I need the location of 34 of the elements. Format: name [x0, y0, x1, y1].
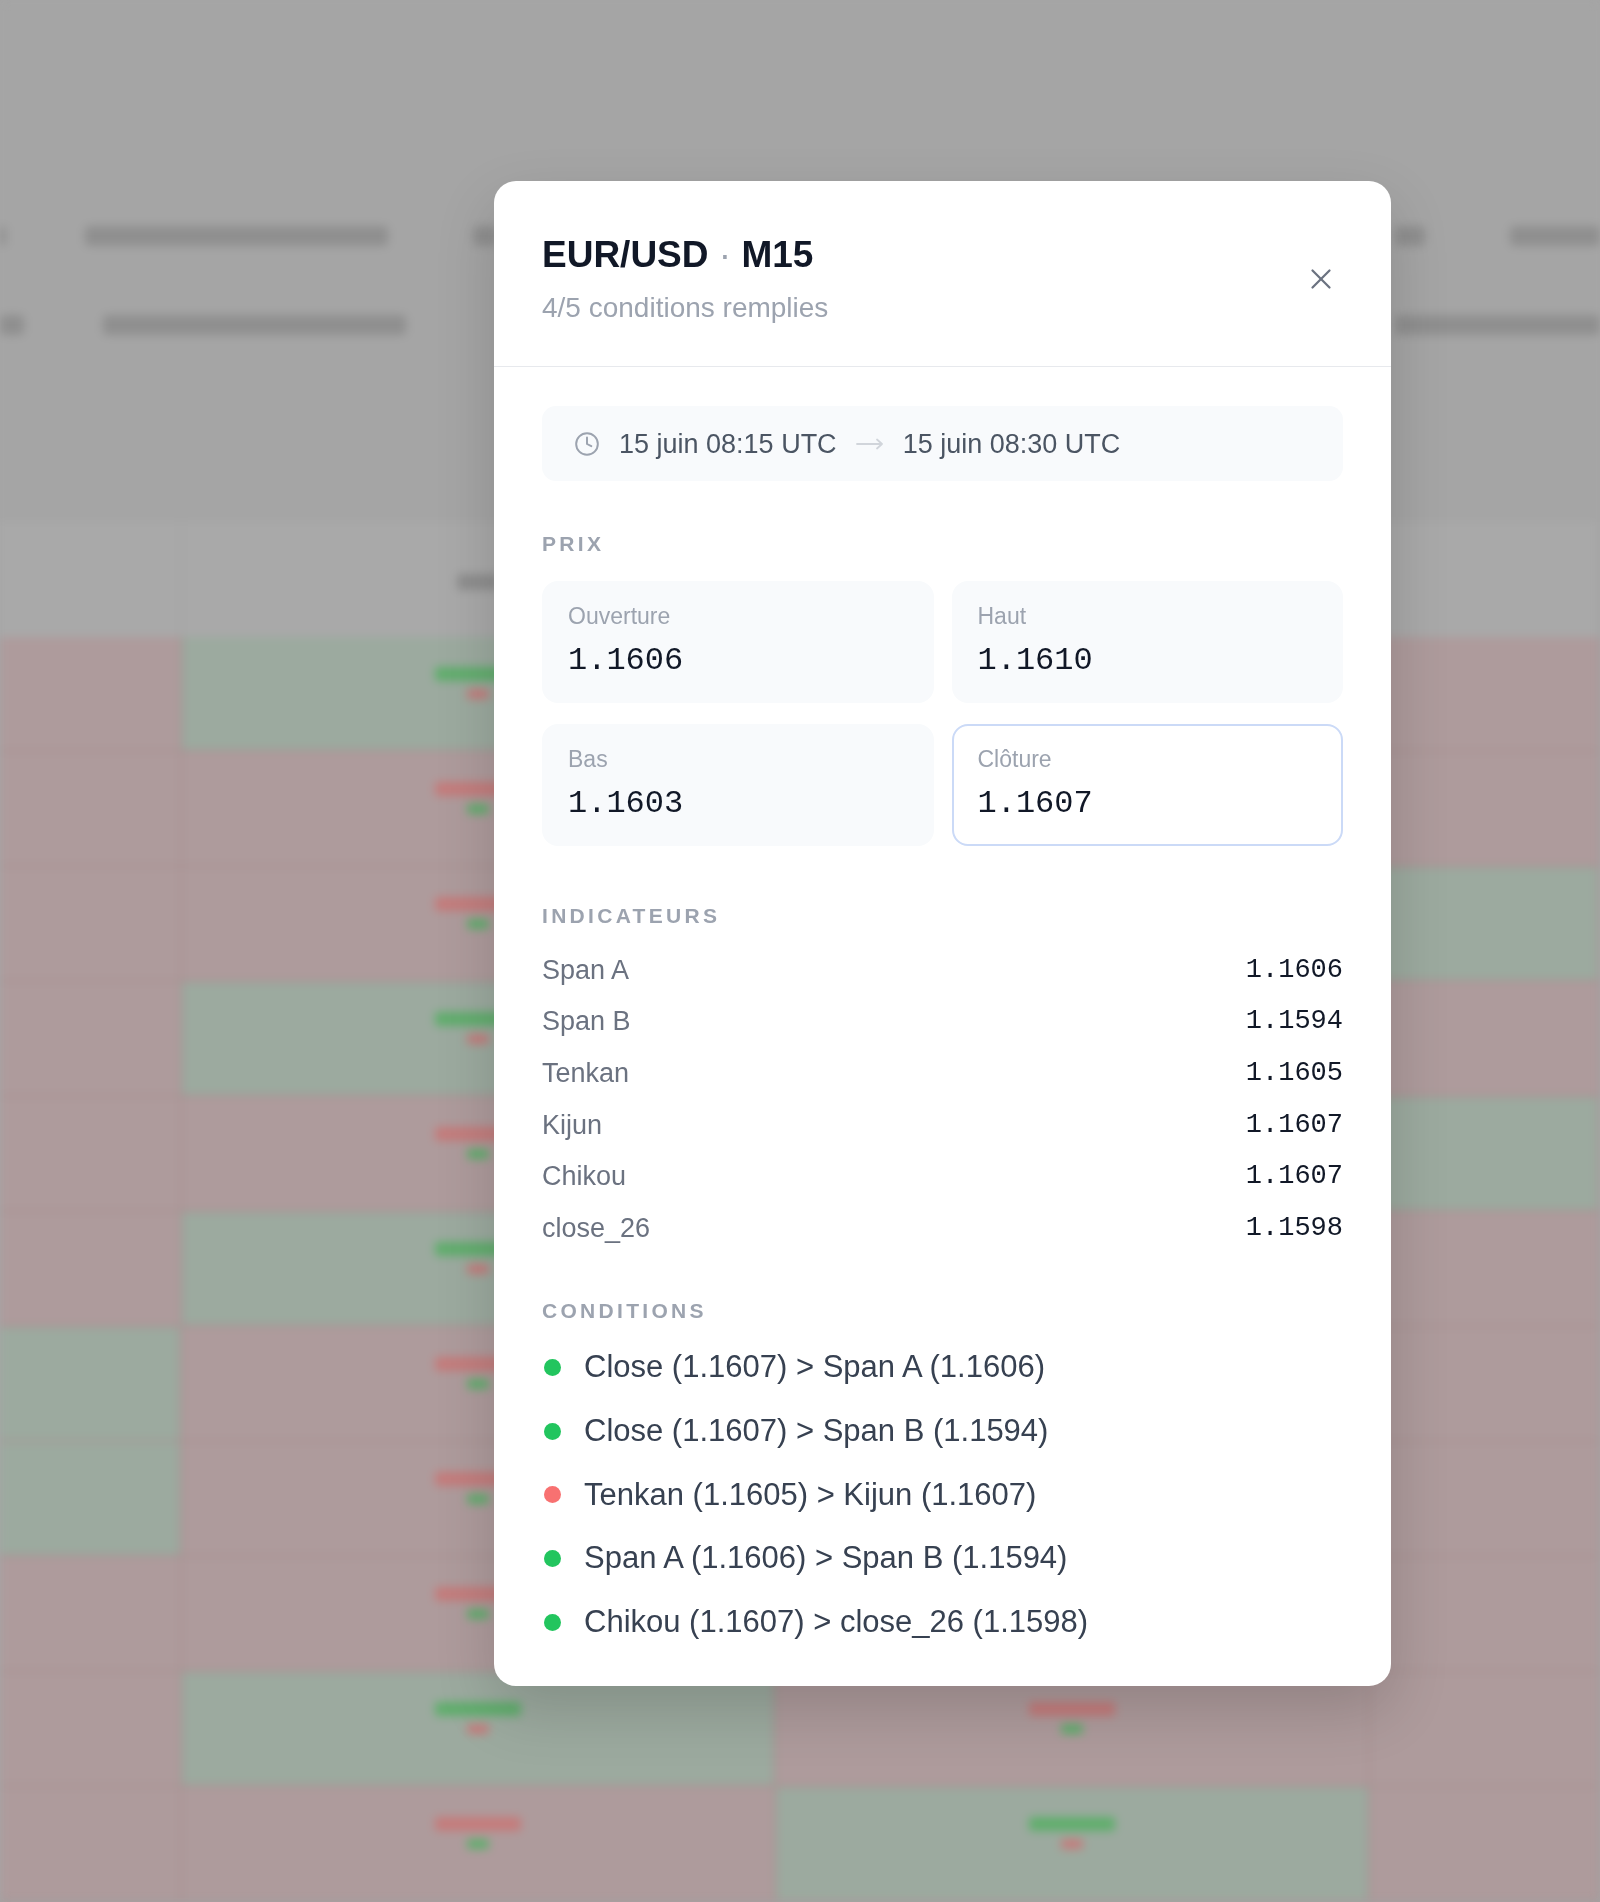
indicator-value: 1.1607 [1245, 1108, 1343, 1141]
indicator-name: Chikou [542, 1160, 627, 1193]
price-value: 1.1606 [568, 642, 684, 680]
arrow-icon [855, 437, 884, 450]
dialog-title: EUR/USD · M15 [542, 233, 815, 277]
indicator-value: 1.1598 [1245, 1211, 1343, 1244]
indicator-value: 1.1606 [1245, 953, 1343, 986]
price-value: 1.1603 [568, 785, 684, 823]
indicator-name: Span A [542, 953, 630, 986]
indicator-name: Tenkan [542, 1057, 630, 1089]
price-label: Bas [568, 746, 608, 772]
price-value: 1.1607 [977, 785, 1093, 823]
clock-icon [574, 430, 600, 457]
indicator-name: Kijun [542, 1108, 603, 1141]
condition-text: Tenkan (1.1605) > Kijun (1.1607) [584, 1475, 1037, 1514]
indicator-name: Span B [542, 1005, 631, 1038]
section-heading: INDICATEURS [542, 903, 722, 929]
start-time-text: 15 juin 08:15 UTC [619, 427, 837, 460]
section-heading: PRIX [542, 531, 606, 557]
condition-text: Close (1.1607) > Span B (1.1594) [584, 1412, 1049, 1451]
price-label: Ouverture [568, 603, 671, 629]
indicator-value: 1.1607 [1245, 1160, 1343, 1193]
indicator-value: 1.1605 [1245, 1057, 1343, 1089]
condition-text: Chikou (1.1607) > close_26 (1.1598) [584, 1603, 1089, 1642]
end-time-text: 15 juin 08:30 UTC [902, 427, 1121, 460]
dialog-subtitle: 4/5 conditions remplies [542, 291, 829, 325]
price-label: Clôture [977, 746, 1052, 772]
indicator-name: close_26 [542, 1211, 651, 1244]
price-value: 1.1610 [977, 642, 1093, 680]
indicator-value: 1.1594 [1245, 1005, 1343, 1038]
condition-text: Span A (1.1606) > Span B (1.1594) [584, 1539, 1068, 1578]
price-label: Haut [977, 603, 1027, 629]
condition-text: Close (1.1607) > Span A (1.1606) [584, 1348, 1045, 1387]
section-heading: CONDITIONS [542, 1297, 708, 1324]
